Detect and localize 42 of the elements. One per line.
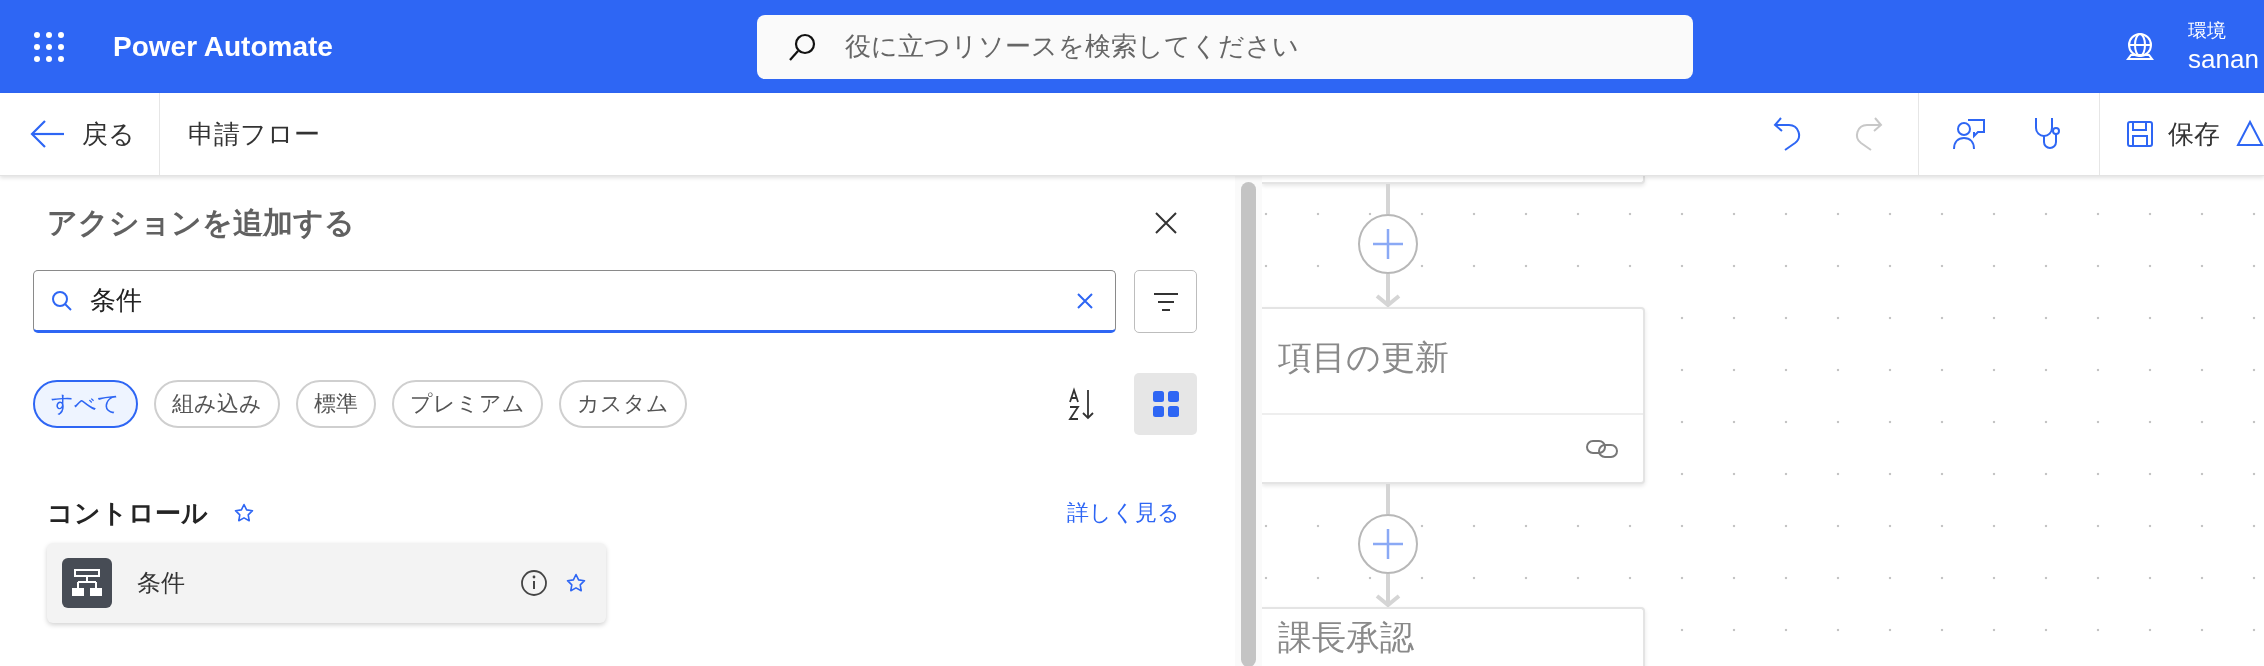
grid-view-button[interactable] [1134, 373, 1197, 435]
star-icon[interactable] [566, 573, 586, 593]
app-launcher-icon[interactable] [33, 30, 65, 63]
panel-title: アクションを追加する [47, 204, 356, 241]
filter-chip[interactable]: 組み込み [154, 380, 280, 428]
redo-icon [1853, 116, 1883, 152]
search-field[interactable]: 役に立つリソースを検索してください [757, 14, 1693, 79]
environment-label: 環境 [2188, 19, 2227, 43]
filter-chip[interactable]: 標準 [296, 380, 376, 428]
action-card[interactable]: 条件 [47, 543, 606, 623]
plus-icon [1373, 229, 1403, 259]
info-icon[interactable] [520, 569, 548, 597]
person-chat-icon [1952, 117, 1986, 151]
undo-icon [1773, 116, 1803, 152]
section-title: コントロール [47, 496, 208, 530]
action-name: 条件 [137, 568, 186, 598]
back-button[interactable]: 戻る [0, 93, 160, 175]
connector-arrow [1374, 274, 1402, 307]
flow-name: 申請フロー [188, 117, 320, 151]
link-icon [1585, 437, 1619, 460]
plus-icon [1373, 529, 1403, 559]
app-title: Power Automate [113, 30, 334, 63]
grid-icon [1152, 391, 1179, 417]
close-icon [1154, 211, 1178, 235]
condition-icon [62, 558, 112, 608]
scrollbar[interactable] [1241, 182, 1256, 666]
filter-button[interactable] [1134, 270, 1197, 333]
filter-chip[interactable]: プレミアム [392, 380, 543, 428]
step-title: 項目の更新 [1277, 337, 1449, 378]
search-icon [787, 31, 817, 62]
search-field[interactable]: 条件 [33, 270, 1116, 333]
connector-arrow [1374, 574, 1402, 607]
step-title: 課長承認 [1277, 617, 1414, 658]
filter-chip[interactable]: カスタム [559, 380, 687, 428]
clear-icon[interactable] [1076, 292, 1094, 310]
search-icon [51, 290, 73, 312]
environment-name[interactable]: sanan [2188, 44, 2264, 75]
filter-icon [1151, 290, 1180, 313]
star-icon[interactable] [234, 503, 254, 523]
filter-chip[interactable]: すべて [33, 380, 138, 428]
see-more-link[interactable]: 詳しく見る [1067, 498, 1180, 528]
save-button[interactable]: 保存 [2110, 93, 2234, 175]
